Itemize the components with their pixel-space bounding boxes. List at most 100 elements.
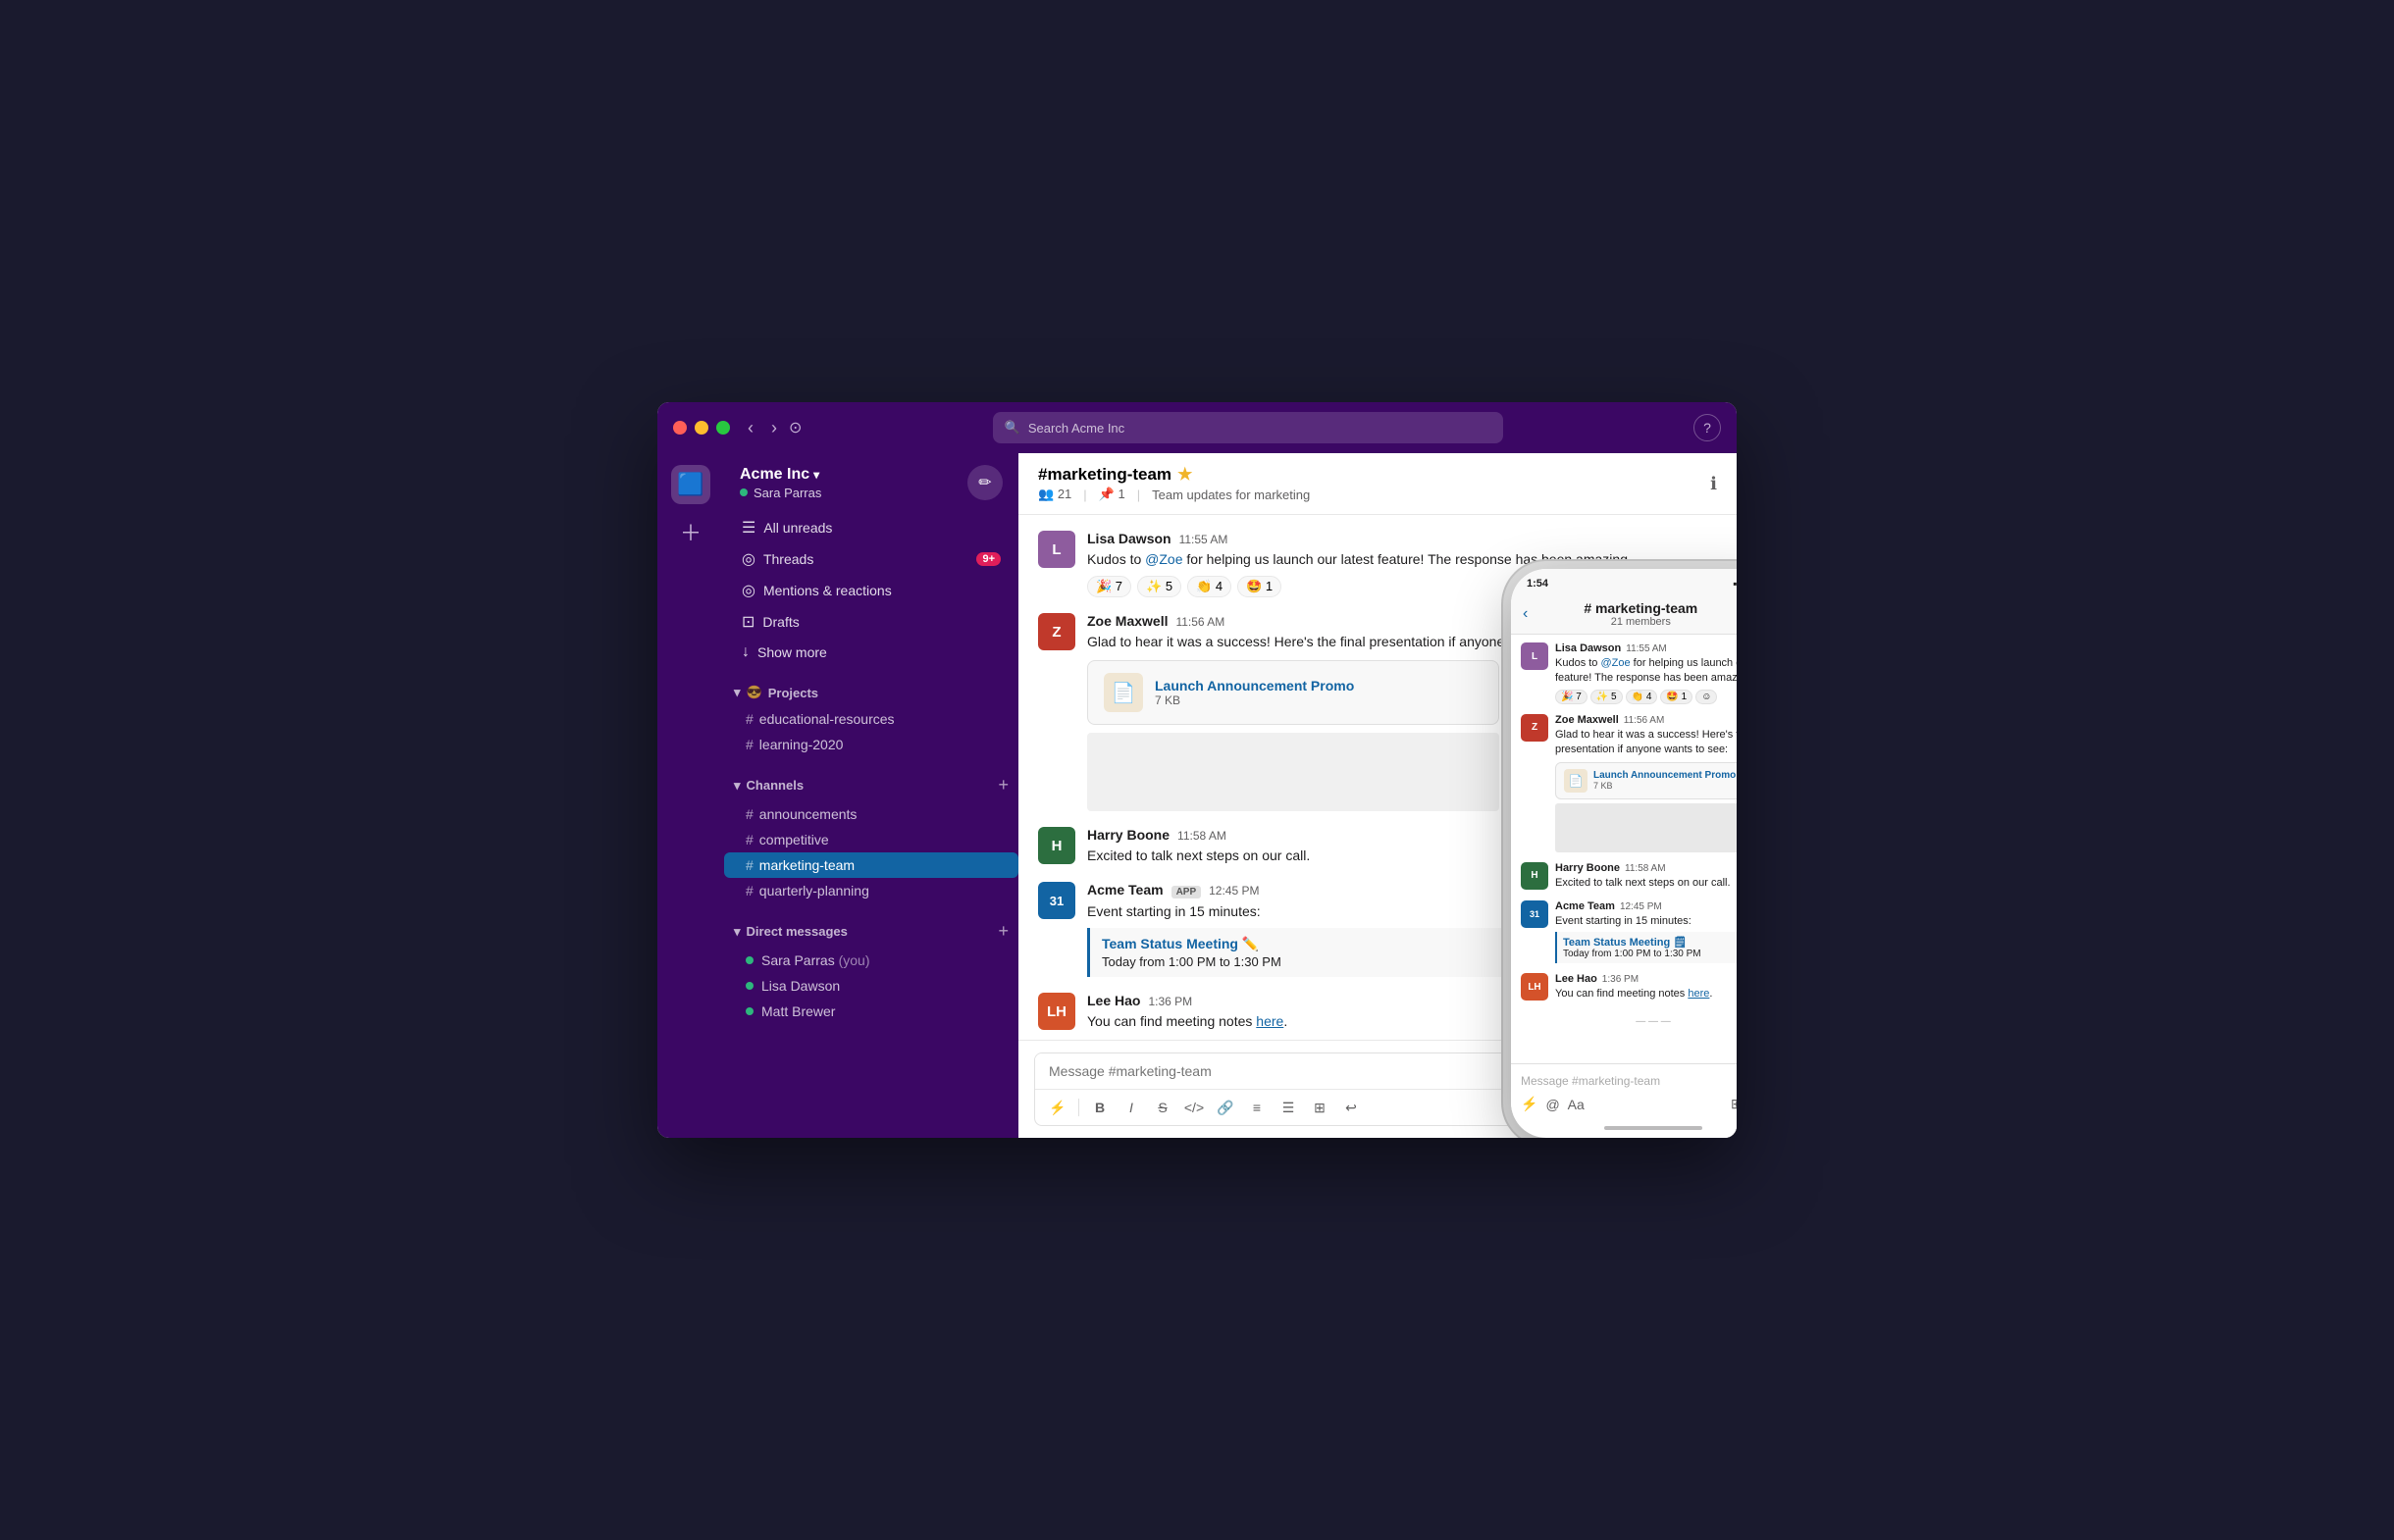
members-count: 👥 21 bbox=[1038, 487, 1071, 502]
reaction-pill[interactable]: 👏 4 bbox=[1187, 576, 1231, 597]
phone-file-attachment[interactable]: 📄 Launch Announcement Promo 7 KB bbox=[1555, 762, 1737, 799]
phone-msg-text: You can find meeting notes here. bbox=[1555, 987, 1737, 1001]
phone-msg-time: 11:58 AM bbox=[1625, 863, 1666, 874]
avatar: LH bbox=[1038, 993, 1075, 1030]
phone-at-button[interactable]: @ bbox=[1545, 1097, 1559, 1112]
compose-button[interactable]: ✏ bbox=[967, 465, 1003, 500]
channel-item-competitive[interactable]: # competitive bbox=[724, 827, 1018, 852]
workspace-name-button[interactable]: Acme Inc ▾ bbox=[740, 466, 821, 484]
channel-name: educational-resources bbox=[759, 711, 895, 727]
nav-item-unreads[interactable]: ☰ All unreads bbox=[732, 512, 1011, 543]
maximize-window-button[interactable] bbox=[716, 421, 730, 435]
phone-msg-content: Lisa Dawson 11:55 AM Kudos to @Zoe for h… bbox=[1555, 642, 1737, 704]
reaction-pill[interactable]: ✨ 5 bbox=[1137, 576, 1181, 597]
dm-section-header[interactable]: ▾ Direct messages + bbox=[724, 915, 1018, 948]
forward-button[interactable]: › bbox=[765, 416, 783, 440]
app-badge: APP bbox=[1171, 886, 1202, 898]
minimize-window-button[interactable] bbox=[695, 421, 708, 435]
channel-item-educational-resources[interactable]: # educational-resources bbox=[724, 706, 1018, 732]
phone-input-area: Message #marketing-team ⚡ @ Aa ⊞ 📷 ▶ bbox=[1511, 1063, 1737, 1118]
phone-msg-text: Excited to talk next steps on our call. bbox=[1555, 876, 1737, 891]
code-button[interactable]: </> bbox=[1179, 1094, 1209, 1121]
avatar: 31 bbox=[1038, 882, 1075, 919]
add-channel-button[interactable]: + bbox=[998, 775, 1009, 796]
channels-section-header[interactable]: ▾ Channels + bbox=[724, 769, 1018, 801]
phone-reaction[interactable]: 🎉 7 bbox=[1555, 690, 1587, 704]
back-button[interactable]: ‹ bbox=[742, 416, 759, 440]
phone-font-button[interactable]: Aa bbox=[1568, 1097, 1585, 1112]
hash-icon: # bbox=[746, 832, 754, 847]
avatar: L bbox=[1521, 642, 1548, 670]
phone-back-button[interactable]: ‹ bbox=[1523, 605, 1528, 623]
channel-info-button[interactable]: ℹ bbox=[1710, 474, 1717, 494]
dm-user-name: Matt Brewer bbox=[761, 1003, 835, 1019]
dm-item-matt[interactable]: Matt Brewer bbox=[724, 999, 1018, 1024]
list-item: Z Zoe Maxwell 11:56 AM Glad to hear it w… bbox=[1521, 714, 1737, 852]
toolbar-separator bbox=[1078, 1099, 1079, 1116]
avatar: L bbox=[1038, 531, 1075, 568]
channel-item-marketing-team[interactable]: # marketing-team bbox=[724, 852, 1018, 878]
star-icon[interactable]: ★ bbox=[1177, 465, 1192, 485]
nav-item-mentions[interactable]: ◎ Mentions & reactions bbox=[732, 575, 1011, 606]
help-button[interactable]: ? bbox=[1693, 414, 1721, 441]
phone-time: 1:54 bbox=[1527, 578, 1548, 590]
history-button[interactable]: ⊙ bbox=[789, 418, 802, 437]
phone-header: ‹ # marketing-team 21 members 🔍 ℹ bbox=[1511, 594, 1737, 635]
phone-msg-text: Event starting in 15 minutes: bbox=[1555, 914, 1737, 929]
dm-chevron-icon: ▾ bbox=[734, 924, 741, 940]
avatar: Z bbox=[1038, 613, 1075, 650]
search-icon: 🔍 bbox=[1005, 420, 1020, 436]
add-workspace-button[interactable]: ＋ bbox=[680, 516, 702, 547]
unordered-list-button[interactable]: ☰ bbox=[1274, 1094, 1303, 1121]
search-bar[interactable]: 🔍 Search Acme Inc bbox=[993, 412, 1503, 443]
link-button[interactable]: 🔗 bbox=[1211, 1094, 1240, 1121]
phone-msg-content: Lee Hao 1:36 PM You can find meeting not… bbox=[1555, 973, 1737, 1001]
projects-emoji: 😎 bbox=[747, 685, 762, 700]
threads-icon: ◎ bbox=[742, 549, 755, 569]
online-status-dot bbox=[740, 488, 748, 496]
phone-msg-text: Glad to hear it was a success! Here's th… bbox=[1555, 728, 1737, 758]
reaction-pill[interactable]: 🤩 1 bbox=[1237, 576, 1281, 597]
phone-msg-author: Zoe Maxwell bbox=[1555, 714, 1619, 726]
add-dm-button[interactable]: + bbox=[998, 921, 1009, 942]
lightning-button[interactable]: ⚡ bbox=[1043, 1094, 1072, 1121]
phone-event-title[interactable]: Team Status Meeting 🗒 bbox=[1563, 936, 1737, 949]
workspace-icon-button[interactable]: 🟦 bbox=[671, 465, 710, 504]
phone-msg-header: Lisa Dawson 11:55 AM bbox=[1555, 642, 1737, 654]
italic-button[interactable]: I bbox=[1117, 1094, 1146, 1121]
message-time: 1:36 PM bbox=[1148, 995, 1192, 1008]
phone-lightning-button[interactable]: ⚡ bbox=[1521, 1096, 1537, 1112]
phone-reaction[interactable]: 👏 4 bbox=[1626, 690, 1658, 704]
phone-input-placeholder[interactable]: Message #marketing-team bbox=[1521, 1070, 1737, 1092]
nav-item-show-more[interactable]: ↓ Show more bbox=[732, 638, 1011, 667]
phone-toolbar-row: ⚡ @ Aa ⊞ 📷 ▶ bbox=[1521, 1096, 1737, 1112]
nav-item-drafts[interactable]: ⊡ Drafts bbox=[732, 606, 1011, 638]
dm-item-sara[interactable]: Sara Parras (you) bbox=[724, 948, 1018, 973]
file-attachment[interactable]: 📄 Launch Announcement Promo 7 KB bbox=[1087, 660, 1499, 725]
meeting-notes-link[interactable]: here bbox=[1256, 1013, 1283, 1029]
ordered-list-button[interactable]: ≡ bbox=[1242, 1094, 1272, 1121]
projects-section-header[interactable]: ▾ 😎 Projects bbox=[724, 679, 1018, 706]
bold-button[interactable]: B bbox=[1085, 1094, 1115, 1121]
hash-icon: # bbox=[746, 883, 754, 898]
close-window-button[interactable] bbox=[673, 421, 687, 435]
channel-item-learning-2020[interactable]: # learning-2020 bbox=[724, 732, 1018, 757]
nav-item-threads[interactable]: ◎ Threads 9+ bbox=[732, 543, 1011, 575]
dm-item-lisa[interactable]: Lisa Dawson bbox=[724, 973, 1018, 999]
drafts-icon: ⊡ bbox=[742, 612, 755, 632]
channel-name: marketing-team bbox=[759, 857, 855, 873]
indent-button[interactable]: ⊞ bbox=[1305, 1094, 1334, 1121]
phone-meeting-notes-link[interactable]: here bbox=[1688, 988, 1709, 1000]
phone-attachment-button[interactable]: ⊞ bbox=[1731, 1096, 1737, 1112]
phone-reaction[interactable]: ✨ 5 bbox=[1590, 690, 1623, 704]
undo-button[interactable]: ↩ bbox=[1336, 1094, 1366, 1121]
phone-reaction[interactable]: ☺ bbox=[1695, 690, 1717, 704]
channel-item-quarterly-planning[interactable]: # quarterly-planning bbox=[724, 878, 1018, 903]
reaction-pill[interactable]: 🎉 7 bbox=[1087, 576, 1131, 597]
current-user-name: Sara Parras bbox=[754, 486, 821, 500]
phone-reaction[interactable]: 🤩 1 bbox=[1660, 690, 1692, 704]
channel-item-announcements[interactable]: # announcements bbox=[724, 801, 1018, 827]
phone-msg-text: Kudos to @Zoe for helping us launch our … bbox=[1555, 656, 1737, 687]
strikethrough-button[interactable]: S bbox=[1148, 1094, 1177, 1121]
icon-sidebar: 🟦 ＋ bbox=[657, 453, 724, 1138]
